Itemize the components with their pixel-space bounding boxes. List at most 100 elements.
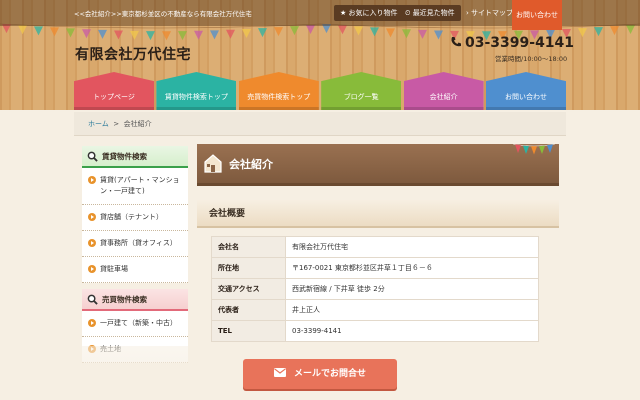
table-row: 所在地 〒167-0021 東京都杉並区井草１丁目６－６: [211, 257, 539, 279]
sitemap-link[interactable]: › サイトマップ: [460, 5, 519, 21]
bunting-flag: [130, 30, 139, 40]
favorites-button[interactable]: ★ お気に入り物件: [334, 5, 404, 21]
bunting-flag: [66, 28, 75, 38]
bunting-flag: [82, 29, 91, 39]
bunting-flag: [178, 31, 187, 41]
row-key: TEL: [211, 320, 286, 342]
rent-search-item-label: 貸事務所（貸オフィス）: [100, 239, 177, 247]
row-value: 西武新宿線 / 下井草 徒歩 2分: [285, 278, 539, 300]
rent-search-item[interactable]: 貸店舗（テナント）: [82, 205, 188, 231]
row-key: 交通アクセス: [211, 278, 286, 300]
company-logo[interactable]: 有限会社万代住宅: [75, 44, 191, 64]
bunting-flag: [610, 26, 619, 36]
bunting-flag: [226, 29, 235, 39]
bunting-flag: [114, 30, 123, 40]
nav-tab-1[interactable]: トップページ: [74, 72, 154, 110]
row-value: 有限会社万代住宅: [285, 236, 539, 258]
mail-contact-button[interactable]: メールでお問合せ: [243, 359, 397, 389]
table-row: 会社名 有限会社万代住宅: [211, 236, 539, 258]
rent-search-heading-label: 賃貸物件検索: [102, 152, 147, 161]
rent-search-item-label: 貸店舗（テナント）: [100, 213, 163, 221]
breadcrumb-separator: >: [113, 120, 120, 128]
recent-viewed-button[interactable]: ⏲ 最近見た物件: [399, 5, 461, 21]
bunting-flag: [242, 28, 251, 38]
bunting-flag: [146, 31, 155, 41]
bunting-flag: [594, 27, 603, 37]
breadcrumb-home-link[interactable]: ホーム: [88, 120, 109, 128]
row-value: 03-3399-4141: [285, 320, 539, 342]
mail-icon: [273, 368, 286, 377]
bunting-flag: [18, 25, 27, 35]
bunting-flag: [354, 26, 363, 36]
bunting-flag: [386, 28, 395, 38]
row-key: 所在地: [211, 257, 286, 279]
arrow-right-icon: [88, 213, 96, 221]
bunting-flag: [290, 26, 299, 36]
nav-tab-2[interactable]: 賃貸物件検索トップ: [156, 72, 237, 110]
breadcrumb-current: 会社紹介: [123, 120, 152, 128]
phone-text: 03-3399-4141: [465, 35, 575, 51]
sale-search-heading-label: 売買物件検索: [102, 295, 147, 304]
recent-viewed-label: 最近見た物件: [412, 9, 455, 17]
contact-top-button[interactable]: お問い合わせ: [512, 0, 562, 30]
rent-search-item[interactable]: 貸駐車場: [82, 257, 188, 283]
bunting-flag: [162, 31, 171, 41]
breadcrumb: ホーム > 会社紹介: [74, 112, 566, 136]
phone-number: 03-3399-4141: [450, 35, 574, 51]
rent-search-item-label: 賃貸(アパート・マンション・一戸建て): [100, 176, 180, 195]
bunting-flag: [370, 27, 379, 37]
top-breadcrumb-text: <<会社紹介>>東京都杉並区の不動産なら有限会社万代住宅: [74, 10, 252, 18]
bunting-flag: [434, 30, 443, 40]
bunting-flag: [274, 27, 283, 37]
nav-tab-4[interactable]: ブログ一覧: [321, 72, 402, 110]
arrow-right-icon: [88, 176, 96, 184]
section-heading: 会社概要: [197, 200, 559, 228]
bunting-flag: [626, 24, 635, 34]
arrow-right-icon: [88, 265, 96, 273]
bunting-flag: [418, 29, 427, 39]
row-value: 〒167-0021 東京都杉並区井草１丁目６－６: [285, 257, 539, 279]
search-icon: [87, 151, 98, 162]
bunting-flag: [578, 28, 587, 38]
mail-contact-label: メールでお問合せ: [293, 369, 366, 379]
business-hours: 営業時間/10:00～18:00: [495, 55, 568, 63]
flag-garland-icon: [513, 143, 555, 155]
sale-search-item-label: 一戸建て（新築・中古）: [100, 319, 177, 327]
page-title-bar: 会社紹介: [197, 143, 559, 186]
row-key: 会社名: [211, 236, 286, 258]
nav-tab-5[interactable]: 会社紹介: [403, 72, 484, 110]
row-value: 井上正人: [285, 299, 539, 321]
favorites-label: お気に入り物件: [348, 9, 398, 17]
page-title: 会社紹介: [229, 158, 273, 171]
main-content: 会社紹介 会社概要 会社名 有限会社万代住宅 所在地 〒167-0021 東京都杉並区…: [197, 143, 559, 342]
rent-search-item-label: 貸駐車場: [100, 265, 128, 273]
bunting-flag: [306, 24, 315, 34]
sale-search-item[interactable]: 一戸建て（新築・中古）: [82, 311, 188, 337]
nav-tab-3[interactable]: 売買物件検索トップ: [238, 72, 319, 110]
search-icon: [87, 294, 98, 305]
global-nav: トップページ 賃貸物件検索トップ 売買物件検索トップ ブログ一覧 会社紹介 お問い合わせ: [74, 72, 566, 110]
rent-search-item[interactable]: 貸事務所（貸オフィス）: [82, 231, 188, 257]
house-icon: [204, 154, 222, 173]
row-key: 代表者: [211, 299, 286, 321]
bunting-flag: [258, 28, 267, 38]
arrow-right-icon: [88, 239, 96, 247]
company-info-table: 会社名 有限会社万代住宅 所在地 〒167-0021 東京都杉並区井草１丁目６－６ 交通…: [211, 236, 539, 342]
table-row: TEL 03-3399-4141: [211, 320, 539, 342]
bunting-flag: [50, 27, 59, 37]
arrow-right-icon: [88, 319, 96, 327]
bunting-flag: [98, 29, 107, 39]
rent-search-item[interactable]: 賃貸(アパート・マンション・一戸建て): [82, 168, 188, 205]
sidebar: 賃貸物件検索 賃貸(アパート・マンション・一戸建て) 貸店舗（テナント） 貸事務所（…: [82, 146, 188, 363]
rent-search-list: 賃貸(アパート・マンション・一戸建て) 貸店舗（テナント） 貸事務所（貸オフィス） 貸…: [82, 168, 188, 283]
bunting-flag: [402, 29, 411, 39]
table-row: 代表者 井上正人: [211, 299, 539, 321]
phone-icon: [451, 37, 461, 47]
table-row: 交通アクセス 西武新宿線 / 下井草 徒歩 2分: [211, 278, 539, 300]
nav-tab-6[interactable]: お問い合わせ: [486, 72, 566, 110]
bunting-flag: [210, 30, 219, 40]
sitemap-label: サイトマップ: [471, 9, 514, 17]
bunting-flag: [34, 26, 43, 36]
rent-search-heading: 賃貸物件検索: [82, 146, 188, 168]
bunting-flag: [338, 25, 347, 35]
